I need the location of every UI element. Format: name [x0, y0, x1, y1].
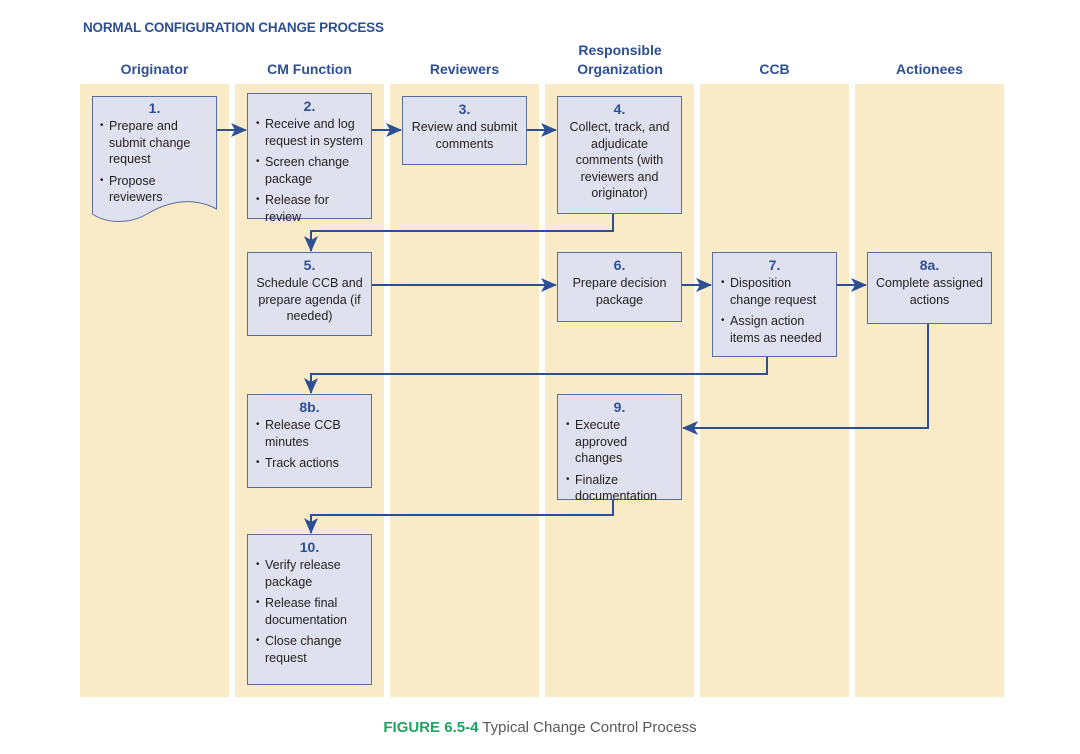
lane-reviewers	[390, 84, 539, 697]
step-bullet: Release CCB minutes	[256, 417, 365, 450]
step-bullet: Verify release package	[256, 557, 365, 590]
step-10-box: 10. Verify release package Release final…	[247, 534, 372, 685]
step-5-box: 5. Schedule CCB and prepare agenda (if n…	[247, 252, 372, 336]
step-number: 8b.	[299, 399, 320, 415]
step-bullet: Prepare and submit change request	[100, 118, 211, 168]
step-text: Prepare decision package	[572, 276, 667, 307]
step-8b-box: 8b. Release CCB minutes Track actions	[247, 394, 372, 488]
lane-actionees	[855, 84, 1004, 697]
lane-ccb	[700, 84, 849, 697]
step-number: 7.	[768, 257, 781, 273]
step-4-box: 4. Collect, track, and adjudicate commen…	[557, 96, 682, 214]
step-6-box: 6. Prepare decision package	[557, 252, 682, 322]
step-bullet: Track actions	[256, 455, 365, 472]
step-1-document: 1. Prepare and submit change request Pro…	[92, 96, 217, 226]
step-number: 9.	[613, 399, 626, 415]
step-number: 4.	[613, 101, 626, 117]
step-bullet: Assign action items as needed	[721, 313, 830, 346]
lane-header-cm-function: CM Function	[267, 61, 352, 77]
lane-header-originator: Originator	[120, 61, 189, 77]
figure-caption: FIGURE 6.5-4 Typical Change Control Proc…	[0, 719, 1080, 736]
step-8a-box: 8a. Complete assigned actions	[867, 252, 992, 324]
lane-header-actionees: Actionees	[896, 61, 963, 77]
step-bullet: Propose reviewers	[100, 173, 211, 206]
step-bullet: Close change request	[256, 633, 365, 666]
figure-number: FIGURE 6.5-4	[383, 719, 479, 736]
step-number: 2.	[303, 98, 316, 114]
diagram-title: NORMAL CONFIGURATION CHANGE PROCESS	[83, 20, 384, 35]
step-number: 3.	[458, 101, 471, 117]
step-number: 5.	[303, 257, 316, 273]
step-text: Complete assigned actions	[875, 276, 983, 307]
step-bullet: Disposition change request	[721, 275, 830, 308]
step-number: 8a.	[919, 257, 940, 273]
lane-header-ccb: CCB	[759, 61, 790, 77]
lane-header-responsible-organization: Responsible Organization	[577, 42, 663, 77]
step-number: 1.	[148, 100, 161, 116]
step-number: 10.	[299, 539, 320, 555]
step-bullet: Release final documentation	[256, 595, 365, 628]
step-text: Review and submit comments	[411, 120, 518, 151]
step-2-box: 2. Receive and log request in system Scr…	[247, 93, 372, 224]
step-bullet: Execute approved changes	[566, 417, 675, 467]
step-7-box: 7. Disposition change request Assign act…	[712, 252, 837, 357]
step-3-box: 3. Review and submit comments	[402, 96, 527, 165]
step-text: Schedule CCB and prepare agenda (if need…	[256, 276, 363, 323]
step-bullet: Screen change package	[256, 154, 365, 187]
step-bullet: Finalize documentation	[566, 472, 675, 505]
step-bullet: Receive and log request in system	[256, 116, 365, 149]
step-9-box: 9. Execute approved changes Finalize doc…	[557, 394, 682, 503]
step-text: Collect, track, and adjudicate comments …	[569, 120, 670, 200]
figure-title: Typical Change Control Process	[482, 719, 697, 736]
step-bullet: Release for review	[256, 192, 365, 225]
lane-header-reviewers: Reviewers	[429, 61, 500, 77]
step-number: 6.	[613, 257, 626, 273]
